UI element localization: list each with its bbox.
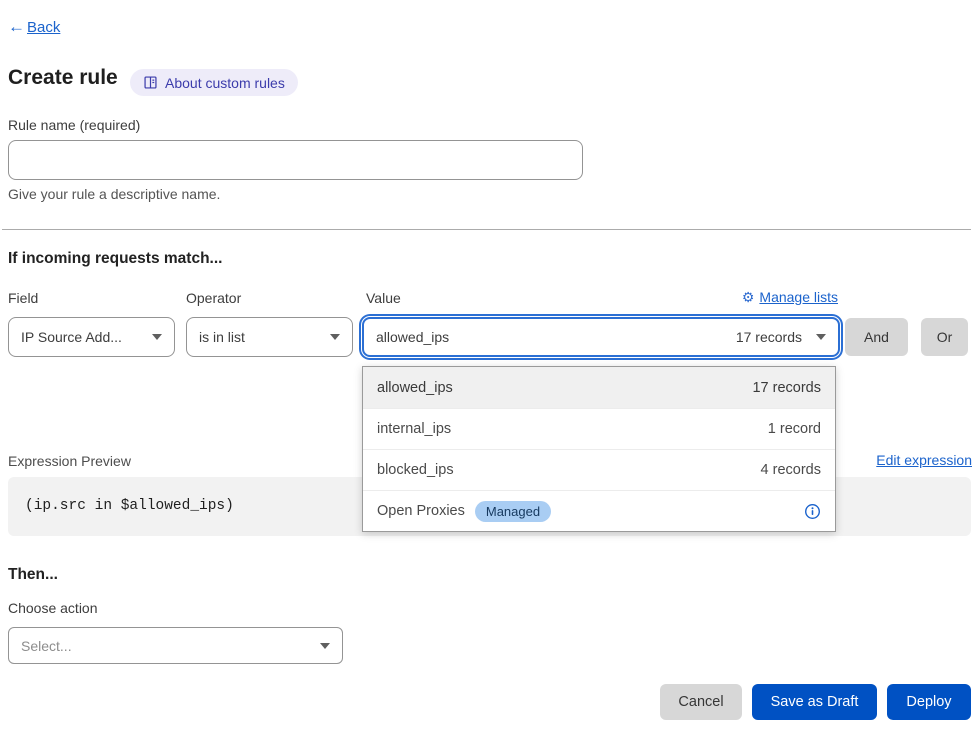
value-select-value: allowed_ips [376,329,449,345]
book-icon [143,75,158,90]
gear-icon: ⚙ [742,290,755,304]
choose-action-label: Choose action [8,600,98,616]
managed-badge: Managed [475,501,551,522]
list-record-count: 17 records [752,380,821,396]
chevron-down-icon [152,334,162,340]
value-select[interactable]: allowed_ips 17 records [362,317,840,357]
rule-name-input[interactable] [8,140,583,180]
then-section-heading: Then... [8,566,58,584]
deploy-button[interactable]: Deploy [887,684,971,720]
match-section-heading: If incoming requests match... [8,250,222,268]
about-custom-rules-label: About custom rules [165,75,285,91]
rule-name-label: Rule name (required) [8,117,140,133]
list-name: internal_ips [377,421,451,437]
dropdown-item-open-proxies[interactable]: Open Proxies Managed [363,490,835,531]
back-link[interactable]: ← Back [8,17,60,37]
operator-column-label: Operator [186,290,241,306]
action-select-placeholder: Select... [21,638,72,654]
list-name: blocked_ips [377,462,454,478]
dropdown-item-blocked-ips[interactable]: blocked_ips 4 records [363,449,835,490]
manage-lists-link[interactable]: ⚙ Manage lists [742,289,838,305]
chevron-down-icon [330,334,340,340]
field-select[interactable]: IP Source Add... [8,317,175,357]
chevron-down-icon [816,334,826,340]
section-divider [2,229,971,230]
chevron-down-icon [320,643,330,649]
expression-preview-label: Expression Preview [8,453,131,469]
cancel-button[interactable]: Cancel [660,684,742,720]
or-button[interactable]: Or [921,318,968,356]
manage-lists-label: Manage lists [759,289,838,305]
list-name: allowed_ips [377,380,453,396]
list-record-count: 4 records [761,462,821,478]
field-column-label: Field [8,290,38,306]
value-dropdown-panel: allowed_ips 17 records internal_ips 1 re… [362,366,836,532]
page-title: Create rule [8,66,118,90]
edit-expression-link[interactable]: Edit expression [876,452,972,468]
list-name: Open Proxies [377,503,465,519]
dropdown-item-allowed-ips[interactable]: allowed_ips 17 records [363,367,835,408]
create-rule-page: ← Back Create rule About custom rules Ru… [0,0,979,739]
rule-name-helper-text: Give your rule a descriptive name. [8,186,220,202]
operator-select-value: is in list [199,329,245,345]
dropdown-item-internal-ips[interactable]: internal_ips 1 record [363,408,835,449]
about-custom-rules-link[interactable]: About custom rules [130,69,298,96]
expression-code: (ip.src in $allowed_ips) [25,498,234,514]
operator-select[interactable]: is in list [186,317,353,357]
value-column-label: Value [366,290,401,306]
back-link-label: Back [27,19,60,36]
save-as-draft-button[interactable]: Save as Draft [752,684,877,720]
info-icon[interactable] [804,503,821,520]
action-select[interactable]: Select... [8,627,343,664]
list-record-count: 1 record [768,421,821,437]
value-select-record-count: 17 records [736,329,802,345]
back-arrow-icon: ← [8,17,25,37]
and-button[interactable]: And [845,318,908,356]
field-select-value: IP Source Add... [21,329,122,345]
